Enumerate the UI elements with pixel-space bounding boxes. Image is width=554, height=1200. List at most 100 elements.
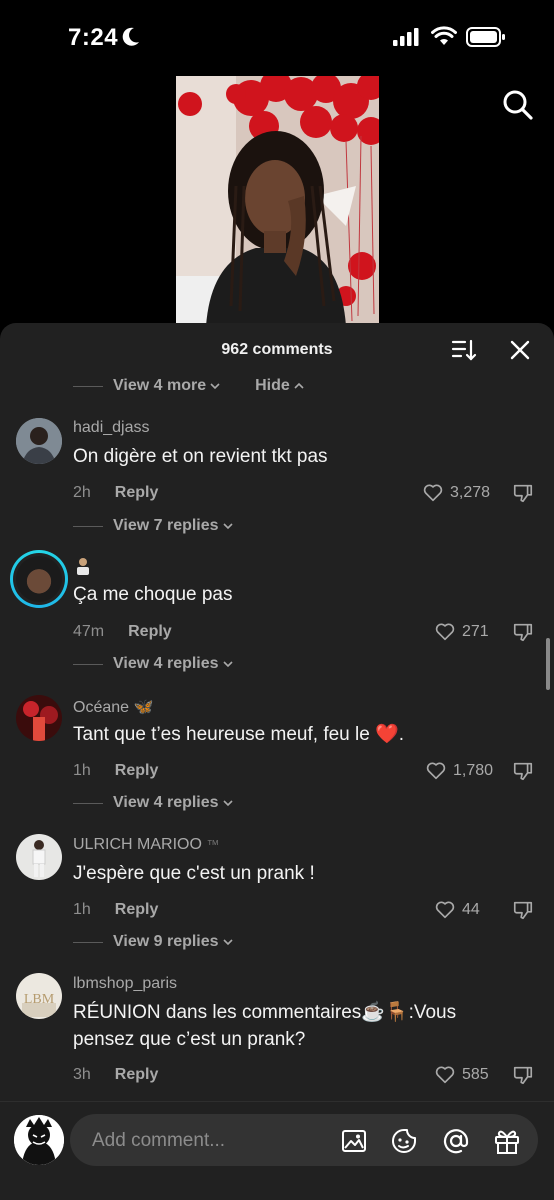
moon-icon <box>122 27 139 46</box>
chevron-up-icon[interactable] <box>293 380 305 392</box>
avatar-image: LBM <box>16 973 62 1019</box>
avatar[interactable] <box>16 418 62 464</box>
thread-line <box>73 663 103 665</box>
comment-time: 3h <box>73 1066 91 1083</box>
search-icon[interactable] <box>502 89 534 121</box>
comment-time: 2h <box>73 484 91 501</box>
dislike-icon[interactable] <box>512 482 534 504</box>
avatar-image <box>14 1115 64 1165</box>
emoji-icon[interactable] <box>390 1127 418 1155</box>
view-more-button[interactable]: View 4 more <box>113 377 206 395</box>
battery-icon <box>466 27 505 47</box>
view-replies[interactable]: View 4 replies <box>73 652 234 676</box>
like-button[interactable]: 3,278 <box>422 482 490 504</box>
chevron-down-icon <box>222 661 233 668</box>
comment-text: RÉUNION dans les commentaires☕🪑:Vous pen… <box>73 999 493 1053</box>
comment-text: J'espère que c'est un prank ! <box>73 863 315 884</box>
thread-controls: View 4 more Hide <box>73 374 305 398</box>
emoji-user-icon <box>77 558 89 575</box>
comment-composer: Add comment... <box>0 1101 554 1200</box>
reply-button[interactable]: Reply <box>115 762 159 780</box>
avatar[interactable] <box>16 695 62 741</box>
username-label: ULRICH MARIOO <box>73 836 202 853</box>
view-replies[interactable]: View 9 replies <box>73 930 234 954</box>
like-count: 3,278 <box>450 484 491 501</box>
comment-meta: 47m Reply <box>73 621 172 643</box>
mention-icon[interactable] <box>442 1127 470 1155</box>
like-button[interactable]: 585 <box>434 1064 489 1086</box>
tm-badge: ™ <box>206 837 220 852</box>
view-replies[interactable]: View 7 replies <box>73 514 234 538</box>
avatar-image <box>16 418 62 464</box>
dislike-icon[interactable] <box>512 621 534 643</box>
thread-line <box>73 525 103 527</box>
like-button[interactable]: 44 <box>434 899 480 921</box>
close-icon[interactable] <box>509 339 531 361</box>
avatar[interactable]: LBM <box>16 973 62 1019</box>
comment-username[interactable]: ULRICH MARIOO ™ <box>73 836 219 854</box>
heart-icon <box>435 901 455 919</box>
gift-icon[interactable] <box>493 1127 521 1155</box>
comment-username[interactable]: lbmshop_paris <box>73 975 177 993</box>
comment-text: Ça me choque pas <box>73 584 233 605</box>
view-replies-label[interactable]: View 9 replies <box>113 933 219 951</box>
like-count: 585 <box>462 1066 489 1083</box>
reply-button[interactable]: Reply <box>115 484 159 502</box>
sort-icon[interactable] <box>451 338 477 362</box>
video-image <box>176 76 379 326</box>
chevron-down-icon[interactable] <box>209 380 221 392</box>
comment-meta: 1h Reply <box>73 760 158 782</box>
reply-button[interactable]: Reply <box>115 1066 159 1084</box>
comment-meta: 1h Reply <box>73 899 158 921</box>
thread-line <box>73 941 103 943</box>
comment-input[interactable]: Add comment... <box>70 1114 538 1166</box>
comment-username[interactable] <box>73 556 93 581</box>
comment-item: hadi_djass On digère et on revient tkt p… <box>0 415 554 545</box>
like-count: 1,780 <box>453 762 494 779</box>
avatar[interactable] <box>16 834 62 880</box>
my-avatar[interactable] <box>14 1115 64 1165</box>
dislike-icon[interactable] <box>512 899 534 921</box>
view-replies-label[interactable]: View 4 replies <box>113 655 219 673</box>
comment-time: 1h <box>73 762 91 779</box>
heart-icon <box>435 623 455 641</box>
svg-text:LBM: LBM <box>24 992 55 1007</box>
video-preview[interactable] <box>176 76 379 326</box>
comment-meta: 2h Reply <box>73 482 158 504</box>
reply-button[interactable]: Reply <box>115 901 159 919</box>
comment-username[interactable]: Océane 🦋 <box>73 697 153 717</box>
comment-time: 47m <box>73 623 105 640</box>
heart-icon <box>435 1066 455 1084</box>
thread-line <box>73 802 103 804</box>
like-count: 44 <box>462 901 480 918</box>
comment-text-body: Tant que t’es heureuse meuf, feu le <box>73 724 370 745</box>
view-replies-label[interactable]: View 7 replies <box>113 517 219 535</box>
comment-username[interactable]: hadi_djass <box>73 419 150 437</box>
like-button[interactable]: 271 <box>434 621 489 643</box>
view-replies-label[interactable]: View 4 replies <box>113 794 219 812</box>
chevron-down-icon <box>222 939 233 946</box>
scrollbar[interactable] <box>546 638 550 690</box>
reply-button[interactable]: Reply <box>128 623 172 641</box>
chevron-down-icon <box>222 800 233 807</box>
like-button[interactable]: 1,780 <box>425 760 493 782</box>
view-replies[interactable]: View 4 replies <box>73 791 234 815</box>
wifi-icon <box>431 26 457 45</box>
dislike-icon[interactable] <box>512 760 534 782</box>
signal-icon <box>393 28 419 46</box>
comments-sheet: 962 comments View 4 more Hide hadi_djass… <box>0 323 554 1200</box>
username-label: Océane <box>73 699 130 716</box>
hide-button[interactable]: Hide <box>255 377 290 395</box>
comment-time: 1h <box>73 901 91 918</box>
comment-text-line: pensez que c’est un prank? <box>73 1029 306 1050</box>
chevron-down-icon <box>222 523 233 530</box>
image-icon[interactable] <box>340 1127 368 1155</box>
avatar-with-story[interactable] <box>10 550 68 608</box>
dislike-icon[interactable] <box>512 1064 534 1086</box>
heart-emoji: ❤️ <box>375 724 399 745</box>
heart-icon <box>426 762 446 780</box>
like-count: 271 <box>462 623 489 640</box>
comment-text-line: RÉUNION dans les commentaires☕🪑:Vous <box>73 1002 457 1023</box>
comment-meta: 3h Reply <box>73 1064 158 1086</box>
comment-input-placeholder: Add comment... <box>92 1130 226 1151</box>
